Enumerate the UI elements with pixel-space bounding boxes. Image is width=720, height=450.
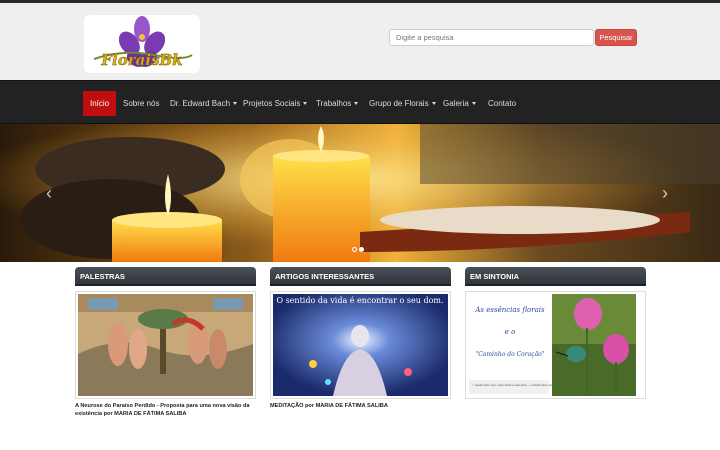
- caret-down-icon: [471, 102, 476, 106]
- nav-label: Projetos Sociais: [243, 99, 301, 108]
- logo-text: FloraisBk: [100, 51, 182, 69]
- artigos-thumbnail[interactable]: O sentido da vida é encontrar o seu dom.: [270, 291, 451, 399]
- sintonia-thumbnail[interactable]: As essências florais e o "Caminho do Cor…: [465, 291, 646, 399]
- palestras-caption[interactable]: A Neurose do Paraíso Perdido - Proposta …: [75, 402, 256, 418]
- nav-label: Grupo de Florais: [369, 99, 429, 108]
- nav-label: Sobre nós: [123, 99, 160, 108]
- fresco-image: [78, 294, 253, 396]
- search-button[interactable]: Pesquisar: [595, 29, 637, 46]
- carousel-dot-1[interactable]: [352, 247, 357, 252]
- search-input[interactable]: [389, 29, 594, 46]
- meditation-image: O sentido da vida é encontrar o seu dom.: [273, 294, 448, 396]
- caret-down-icon: [354, 102, 359, 106]
- nav-item-grupo-florais[interactable]: Grupo de Florais: [362, 91, 443, 116]
- nav-label: Trabalhos: [316, 99, 352, 108]
- nav-label: Galeria: [443, 99, 469, 108]
- nav-label: Início: [90, 99, 110, 108]
- nav-label: Dr. Edward Bach: [170, 99, 231, 108]
- artigos-caption[interactable]: MEDITAÇÃO por MARIA DE FÁTIMA SALIBA: [270, 402, 451, 410]
- carousel-prev-arrow[interactable]: ‹: [46, 184, 52, 202]
- caret-down-icon: [303, 102, 308, 106]
- sintonia-text-2: e o: [505, 328, 516, 336]
- carousel-indicators: [352, 239, 366, 257]
- sintonia-text-1: As essências florais: [474, 306, 545, 314]
- hummingbird-flowers-image: As essências florais e o "Caminho do Cor…: [468, 294, 643, 396]
- nav-label: Contato: [488, 99, 517, 108]
- section-em-sintonia: EM SINTONIA As essências florais e o "Ca…: [465, 267, 646, 399]
- site-logo[interactable]: FloraisBk: [84, 15, 200, 73]
- sintonia-text-3: "Caminho do Coração": [475, 351, 544, 358]
- caret-down-icon: [431, 102, 436, 106]
- flower-logo-icon: FloraisBk: [84, 15, 200, 73]
- section-title: ARTIGOS INTERESSANTES: [270, 267, 451, 286]
- carousel-dot-2[interactable]: [359, 247, 364, 252]
- nav-item-trabalhos[interactable]: Trabalhos: [309, 91, 365, 116]
- main-nav: Início Sobre nós Dr. Edward Bach Projeto…: [0, 80, 720, 124]
- nav-item-edward-bach[interactable]: Dr. Edward Bach: [163, 91, 244, 116]
- nav-item-sobre[interactable]: Sobre nós: [116, 91, 166, 116]
- section-palestras: PALESTRAS A Neurose do Paraíso Perdido -…: [75, 267, 256, 417]
- site-header: FloraisBk Pesquisar: [0, 3, 720, 80]
- section-artigos: ARTIGOS INTERESSANTES O sentido da vida …: [270, 267, 451, 409]
- nav-item-inicio[interactable]: Início: [83, 91, 117, 116]
- section-title: PALESTRAS: [75, 267, 256, 286]
- nav-item-galeria[interactable]: Galeria: [436, 91, 483, 116]
- carousel-next-arrow[interactable]: ›: [662, 184, 668, 202]
- nav-item-projetos[interactable]: Projetos Sociais: [236, 91, 314, 116]
- section-title: EM SINTONIA: [465, 267, 646, 286]
- artigos-image-text: O sentido da vida é encontrar o seu dom.: [276, 296, 443, 305]
- palestras-thumbnail[interactable]: [75, 291, 256, 399]
- nav-item-contato[interactable]: Contato: [481, 91, 523, 116]
